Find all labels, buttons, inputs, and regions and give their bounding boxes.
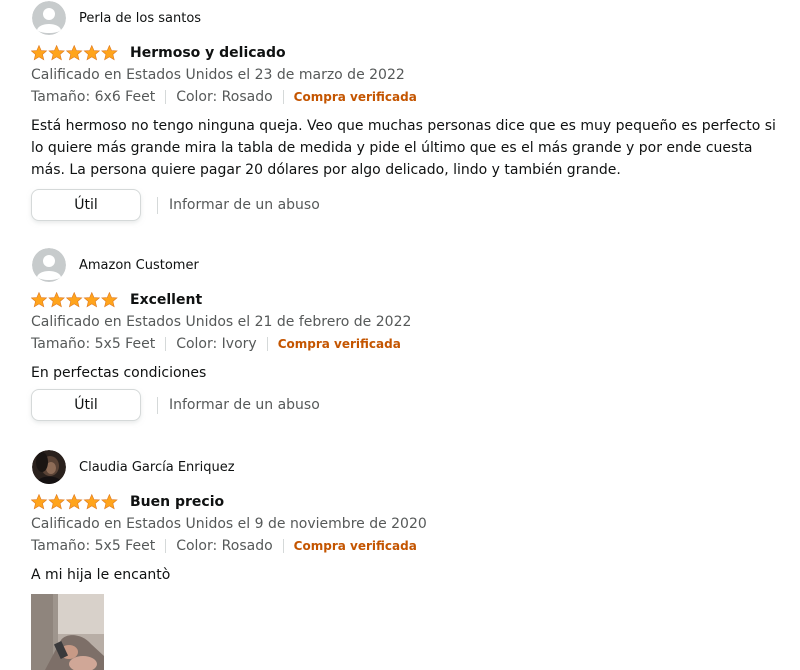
star-icon (83, 45, 101, 61)
star-icon (65, 494, 83, 510)
review-actions: Útil Informar de un abuso (31, 389, 320, 421)
star-rating[interactable] (31, 493, 118, 511)
user-photo-avatar (32, 450, 66, 484)
reviewer-profile[interactable]: Claudia García Enriquez (32, 450, 235, 484)
variant-info: Tamaño: 5x5 Feet Color: Rosado Compra ve… (31, 538, 417, 554)
helpful-button[interactable]: Útil (31, 189, 141, 221)
star-rating[interactable] (31, 44, 118, 62)
star-icon (31, 494, 48, 510)
review-1: Perla de los santos Hermoso y delicado C… (0, 1, 800, 231)
helpful-button[interactable]: Útil (31, 389, 141, 421)
reviewer-name: Claudia García Enriquez (79, 459, 235, 475)
color-label[interactable]: Color: Rosado (176, 89, 272, 105)
default-avatar-icon (32, 248, 66, 282)
divider (157, 196, 158, 214)
reviewer-profile[interactable]: Perla de los santos (32, 1, 201, 35)
variant-info: Tamaño: 6x6 Feet Color: Rosado Compra ve… (31, 89, 417, 105)
verified-purchase-badge: Compra verificada (293, 90, 417, 104)
reviewer-name: Perla de los santos (79, 10, 202, 26)
reviewer-name: Amazon Customer (79, 257, 199, 273)
size-label[interactable]: Tamaño: 5x5 Feet (31, 336, 155, 352)
review-2: Amazon Customer Excellent Calificado en … (0, 248, 800, 428)
star-icon (48, 292, 65, 308)
divider (266, 337, 268, 351)
report-abuse-link[interactable]: Informar de un abuso (169, 397, 320, 413)
review-body: A mi hija le encantò (31, 567, 171, 583)
star-icon (65, 292, 83, 308)
star-icon (48, 45, 65, 61)
review-body: Está hermoso no tengo ninguna queja. Veo… (31, 118, 776, 178)
divider (165, 539, 167, 553)
star-icon (48, 494, 65, 510)
star-icon (101, 494, 118, 510)
divider (165, 90, 167, 104)
variant-info: Tamaño: 5x5 Feet Color: Ivory Compra ver… (31, 336, 401, 352)
color-label[interactable]: Color: Rosado (176, 538, 272, 554)
report-abuse-link[interactable]: Informar de un abuso (169, 197, 320, 213)
star-icon (83, 494, 101, 510)
review-title[interactable]: Excellent (130, 292, 202, 308)
star-icon (31, 45, 48, 61)
divider (165, 337, 167, 351)
review-title[interactable]: Hermoso y delicado (130, 45, 286, 61)
reviewer-profile[interactable]: Amazon Customer (32, 248, 199, 282)
size-label[interactable]: Tamaño: 5x5 Feet (31, 538, 155, 554)
star-rating[interactable] (31, 291, 118, 309)
divider (157, 396, 158, 414)
star-icon (101, 292, 118, 308)
size-label[interactable]: Tamaño: 6x6 Feet (31, 89, 155, 105)
review-actions: Útil Informar de un abuso (31, 189, 320, 221)
star-icon (65, 45, 83, 61)
review-photo-thumbnail[interactable] (31, 594, 104, 670)
review-3: Claudia García Enriquez Buen precio Cali… (0, 450, 800, 670)
star-icon (83, 292, 101, 308)
star-icon (101, 45, 118, 61)
review-date: Calificado en Estados Unidos el 9 de nov… (31, 516, 427, 532)
verified-purchase-badge: Compra verificada (277, 337, 401, 351)
review-title[interactable]: Buen precio (130, 494, 224, 510)
review-date: Calificado en Estados Unidos el 23 de ma… (31, 67, 405, 83)
divider (282, 539, 284, 553)
verified-purchase-badge: Compra verificada (293, 539, 417, 553)
review-date: Calificado en Estados Unidos el 21 de fe… (31, 314, 412, 330)
review-body: En perfectas condiciones (31, 365, 207, 381)
color-label[interactable]: Color: Ivory (176, 336, 257, 352)
star-icon (31, 292, 48, 308)
divider (282, 90, 284, 104)
default-avatar-icon (32, 1, 66, 35)
